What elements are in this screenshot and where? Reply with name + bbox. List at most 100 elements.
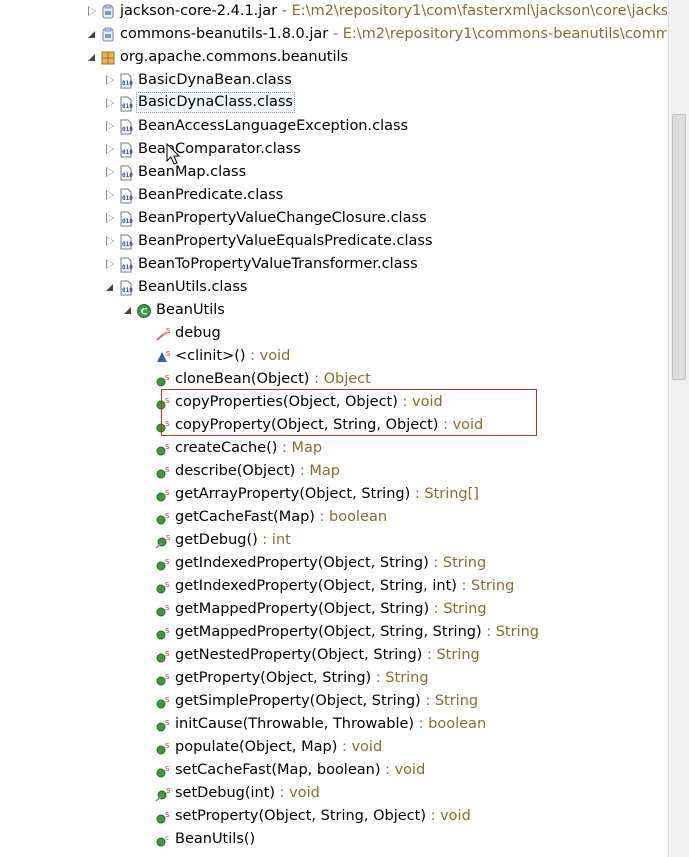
tree-row[interactable]: 010 BeanToPropertyValueTransformer.class <box>0 253 667 276</box>
package-icon <box>100 50 116 66</box>
item-detail: : void <box>380 762 426 778</box>
svg-text:010: 010 <box>122 103 133 110</box>
tree-row[interactable]: SgetNestedProperty(Object, String) : Str… <box>0 644 667 667</box>
tree-row[interactable]: C BeanUtils <box>0 299 667 322</box>
tree-item-label: BeanToPropertyValueTransformer.class <box>138 253 418 276</box>
item-detail: : void <box>426 808 471 824</box>
tree-row[interactable]: Sdescribe(Object) : Map <box>0 460 667 483</box>
item-name: BasicDynaBean.class <box>138 72 292 88</box>
vertical-scrollbar[interactable] <box>668 0 689 857</box>
class-file-icon: 010 <box>118 280 134 296</box>
tree-row[interactable]: SgetProperty(Object, String) : String <box>0 667 667 690</box>
item-detail: : Map <box>277 440 323 456</box>
tree-row[interactable]: SgetMappedProperty(Object, String) : Str… <box>0 598 667 621</box>
tree-row[interactable]: 010 BeanMap.class <box>0 161 667 184</box>
svg-text:S: S <box>165 765 170 773</box>
expand-arrow-icon[interactable] <box>104 115 116 138</box>
jar-icon <box>100 4 116 20</box>
tree-row[interactable]: 010 BasicDynaBean.class <box>0 69 667 92</box>
class-file-icon: 010 <box>118 119 134 135</box>
tree-row[interactable]: 010 BasicDynaClass.class <box>0 92 667 115</box>
item-name: getProperty(Object, String) <box>175 670 372 686</box>
item-name: org.apache.commons.beanutils <box>120 49 349 65</box>
tree-row[interactable]: SsetCacheFast(Map, boolean) : void <box>0 759 667 782</box>
tree-item-label: getArrayProperty(Object, String) : Strin… <box>175 483 479 506</box>
tree-row[interactable]: 010 BeanAccessLanguageException.class <box>0 115 667 138</box>
item-detail: - E:\m2\repository1\com\fasterxml\jackso… <box>281 3 667 19</box>
tree-row[interactable]: commons-beanutils-1.8.0.jar - E:\m2\repo… <box>0 23 667 46</box>
svg-text:S: S <box>165 627 170 635</box>
static-initializer-icon: S <box>155 349 171 365</box>
tree-row[interactable]: SgetCacheFast(Map) : boolean <box>0 506 667 529</box>
public-static-method-icon: S <box>155 625 171 641</box>
expand-arrow-icon[interactable] <box>104 184 116 207</box>
tree-item-label: jackson-core-2.4.1.jar - E:\m2\repositor… <box>120 0 667 23</box>
expand-arrow-icon[interactable] <box>104 253 116 276</box>
item-detail: : String <box>456 578 515 594</box>
tree-row[interactable]: SgetDebug() : int <box>0 529 667 552</box>
item-name: setDebug(int) <box>175 785 276 801</box>
tree-item-label: BeanPropertyValueEqualsPredicate.class <box>138 230 433 253</box>
expand-arrow-icon[interactable] <box>104 161 116 184</box>
tree-row[interactable]: 010 BeanUtils.class <box>0 276 667 299</box>
svg-text:010: 010 <box>122 80 133 87</box>
collapse-arrow-icon[interactable] <box>86 46 98 69</box>
tree-row[interactable]: SgetArrayProperty(Object, String) : Stri… <box>0 483 667 506</box>
svg-text:010: 010 <box>122 218 133 225</box>
tree-row[interactable]: SsetProperty(Object, String, Object) : v… <box>0 805 667 828</box>
item-name: BeanUtils <box>156 302 225 318</box>
tree-row[interactable]: SsetDebug(int) : void <box>0 782 667 805</box>
item-detail: : boolean <box>314 509 388 525</box>
public-static-method-icon: S <box>155 487 171 503</box>
collapse-arrow-icon[interactable] <box>122 299 134 322</box>
public-static-method-icon: S <box>155 372 171 388</box>
expand-arrow-icon[interactable] <box>104 230 116 253</box>
class-file-icon: 010 <box>118 234 134 250</box>
tree-item-label: createCache() : Map <box>175 437 322 460</box>
tree-row[interactable]: S <clinit>() : void <box>0 345 667 368</box>
class-icon: C <box>136 303 152 319</box>
tree-row[interactable]: 010 BeanComparator.class <box>0 138 667 161</box>
svg-text:S: S <box>165 604 170 612</box>
tree-row[interactable]: SinitCause(Throwable, Throwable) : boole… <box>0 713 667 736</box>
item-detail: : Map <box>295 463 341 479</box>
class-file-icon: 010 <box>118 73 134 89</box>
svg-text:S: S <box>165 811 170 819</box>
tree-row[interactable]: SgetIndexedProperty(Object, String) : St… <box>0 552 667 575</box>
item-name: BeanPropertyValueEqualsPredicate.class <box>138 233 433 249</box>
expand-arrow-icon[interactable] <box>104 69 116 92</box>
tree-row[interactable]: Sdebug <box>0 322 667 345</box>
item-detail: : String <box>422 647 480 663</box>
svg-text:010: 010 <box>122 126 133 133</box>
tree-row[interactable]: 010 BeanPropertyValueEqualsPredicate.clas… <box>0 230 667 253</box>
expand-arrow-icon[interactable] <box>104 92 116 115</box>
tree-item-label: describe(Object) : Map <box>175 460 340 483</box>
scrollbar-thumb[interactable] <box>672 114 686 380</box>
expand-arrow-icon[interactable] <box>104 138 116 161</box>
tree-row[interactable]: Spopulate(Object, Map) : void <box>0 736 667 759</box>
item-name: getSimpleProperty(Object, String) <box>175 693 421 709</box>
public-static-method-icon: S <box>155 763 171 779</box>
svg-text:C: C <box>141 308 148 318</box>
tree-row[interactable]: c BeanUtils() <box>0 828 667 851</box>
expand-arrow-icon[interactable] <box>104 207 116 230</box>
tree-item-label: getIndexedProperty(Object, String) : Str… <box>175 552 486 575</box>
tree-row[interactable]: SgetIndexedProperty(Object, String, int)… <box>0 575 667 598</box>
expand-arrow-icon[interactable] <box>86 0 98 23</box>
item-name: BeanComparator.class <box>138 141 301 157</box>
tree-row[interactable]: jackson-core-2.4.1.jar - E:\m2\repositor… <box>0 0 667 23</box>
svg-text:S: S <box>165 466 170 474</box>
tree-row[interactable]: 010 BeanPredicate.class <box>0 184 667 207</box>
tree-row[interactable]: 010 BeanPropertyValueChangeClosure.class <box>0 207 667 230</box>
tree-row[interactable]: SgetSimpleProperty(Object, String) : Str… <box>0 690 667 713</box>
tree-row[interactable]: org.apache.commons.beanutils <box>0 46 667 69</box>
tree-row[interactable]: ScreateCache() : Map <box>0 437 667 460</box>
collapse-arrow-icon[interactable] <box>86 23 98 46</box>
tree-row[interactable]: SgetMappedProperty(Object, String, Strin… <box>0 621 667 644</box>
public-static-method-icon: S <box>155 579 171 595</box>
tree-row[interactable]: ScloneBean(Object) : Object <box>0 368 667 391</box>
collapse-arrow-icon[interactable] <box>104 276 116 299</box>
tree-item-label: BeanUtils.class <box>138 276 247 299</box>
item-detail: : Object <box>309 371 371 387</box>
item-detail: : String <box>420 693 479 709</box>
